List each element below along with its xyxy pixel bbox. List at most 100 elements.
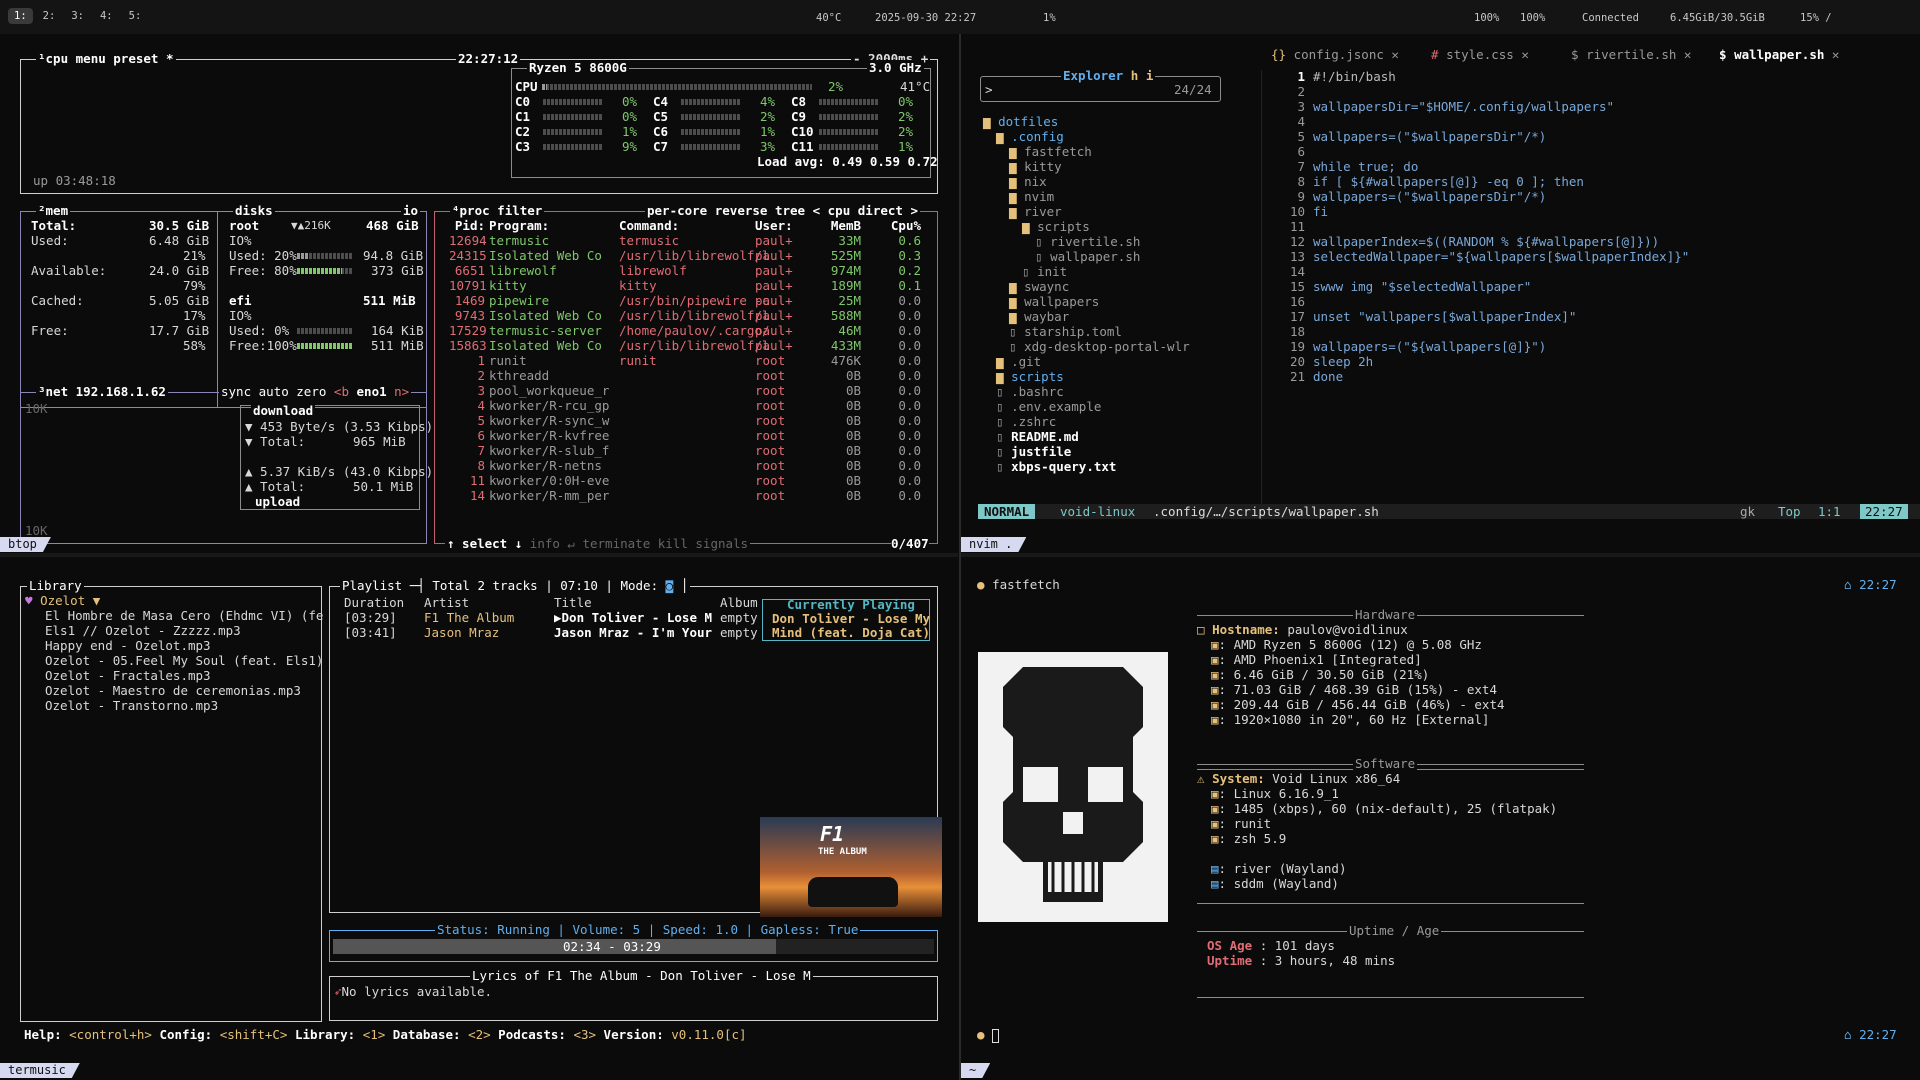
- net-prev[interactable]: <b: [334, 384, 349, 399]
- playlist-header[interactable]: Duration: [344, 595, 404, 610]
- library-item[interactable]: Ozelot - Maestro de ceremonias.mp3: [45, 683, 301, 698]
- tree-item[interactable]: ▆ kitty: [1009, 159, 1062, 174]
- mem-title[interactable]: ²mem: [36, 203, 71, 218]
- playlist-cell[interactable]: Jason Mraz: [424, 625, 499, 640]
- mode-icon[interactable]: ◙: [666, 578, 674, 593]
- proc-select[interactable]: ↑ select ↓: [447, 536, 522, 551]
- code-line[interactable]: if [ ${#wallpapers[@]} -eq 0 ]; then: [1313, 174, 1584, 189]
- library-item[interactable]: Els1 // Ozelot - Zzzzz.mp3: [45, 623, 241, 638]
- proc-program[interactable]: kworker/0:0H-eve: [489, 473, 609, 488]
- code-line[interactable]: wallpaperIndex=$((RANDOM % ${#wallpapers…: [1313, 234, 1659, 249]
- library-folder[interactable]: ♥ Ozelot ▼: [25, 593, 100, 608]
- proc-header[interactable]: Pid:: [449, 218, 485, 233]
- buffer-tab[interactable]: $ wallpaper.sh ✕: [1719, 47, 1839, 62]
- code-line[interactable]: wallpapersDir="$HOME/.config/wallpapers": [1313, 99, 1614, 114]
- proc-reverse[interactable]: reverse: [715, 203, 768, 218]
- explorer-search-box[interactable]: Explorer h i > 24/24: [980, 68, 1221, 102]
- tree-item[interactable]: ▆ wallpapers: [1009, 294, 1099, 309]
- library-box[interactable]: Library ♥ Ozelot ▼ El Hombre de Masa Cer…: [20, 578, 323, 1022]
- network-status[interactable]: Connected: [1582, 11, 1639, 26]
- proc-header[interactable]: Cpu%: [881, 218, 921, 233]
- proc-header[interactable]: MemB: [821, 218, 861, 233]
- close-icon[interactable]: ✕: [1514, 47, 1529, 62]
- workspace-tag-3[interactable]: 3:: [65, 8, 90, 24]
- cpu-title[interactable]: ¹cpu: [38, 51, 68, 66]
- proc-title[interactable]: ⁴proc: [452, 203, 490, 218]
- proc-program[interactable]: Isolated Web Co: [489, 248, 602, 263]
- library-item[interactable]: Happy end - Ozelot.mp3: [45, 638, 211, 653]
- tree-item[interactable]: ▆ dotfiles: [983, 114, 1058, 129]
- buffer-tab[interactable]: # style.css ✕: [1431, 47, 1529, 62]
- code-line[interactable]: sleep 2h: [1313, 354, 1373, 369]
- tree-item[interactable]: ▆ waybar: [1009, 309, 1069, 324]
- playlist-cell[interactable]: Jason Mraz - I'm Your: [554, 625, 712, 640]
- preset-button[interactable]: preset *: [113, 51, 173, 66]
- menu-button[interactable]: menu: [76, 51, 106, 66]
- tree-item[interactable]: ▯ .bashrc: [996, 384, 1064, 399]
- playlist-header[interactable]: Album: [720, 595, 758, 610]
- io-title[interactable]: io: [401, 203, 421, 218]
- playlist-cell[interactable]: ▶Don Toliver - Lose M: [554, 610, 712, 625]
- proc-filter[interactable]: filter: [497, 203, 542, 218]
- close-icon[interactable]: ✕: [1676, 47, 1692, 62]
- proc-info[interactable]: info ↵: [530, 536, 575, 551]
- close-icon[interactable]: ✕: [1384, 47, 1399, 62]
- explorer-ignored-toggle[interactable]: i: [1146, 68, 1154, 83]
- workspace-tag-5[interactable]: 5:: [123, 8, 148, 24]
- tree-item[interactable]: ▆ .git: [996, 354, 1041, 369]
- shell-prompt-2[interactable]: ●: [977, 1027, 1000, 1043]
- buffer-tab[interactable]: $ rivertile.sh ✕: [1571, 47, 1691, 62]
- code-line[interactable]: wallpapers=("${wallpapers[@]}"): [1313, 339, 1546, 354]
- tree-item[interactable]: ▯ init: [1022, 264, 1067, 279]
- workspace-tag-2[interactable]: 2:: [37, 8, 62, 24]
- code-line[interactable]: wallpapers=("$wallpapersDir"/*): [1313, 189, 1546, 204]
- proc-program[interactable]: kworker/R-mm_per: [489, 488, 609, 503]
- net-sync[interactable]: sync: [221, 384, 251, 399]
- proc-per-core[interactable]: per-core: [647, 203, 707, 218]
- buffer-tab[interactable]: {} config.jsonc ✕: [1271, 47, 1399, 62]
- btop-pane[interactable]: ¹cpu menu preset * 22:27:12 - 2000ms + u…: [0, 34, 958, 553]
- proc-program[interactable]: pipewire: [489, 293, 549, 308]
- tree-item[interactable]: ▯ .env.example: [996, 399, 1101, 414]
- net-title[interactable]: ³net: [38, 384, 68, 399]
- net-auto[interactable]: auto: [259, 384, 289, 399]
- proc-program[interactable]: termusic-server: [489, 323, 602, 338]
- proc-kill[interactable]: kill: [658, 536, 688, 551]
- workspace-tag-4[interactable]: 4:: [94, 8, 119, 24]
- playlist-header[interactable]: Artist: [424, 595, 469, 610]
- proc-program[interactable]: termusic: [489, 233, 549, 248]
- code-line[interactable]: unset "wallpapers[$wallpaperIndex]": [1313, 309, 1576, 324]
- library-item[interactable]: Ozelot - Transtorno.mp3: [45, 698, 218, 713]
- proc-program[interactable]: kworker/R-slub_f: [489, 443, 609, 458]
- proc-program[interactable]: Isolated Web Co: [489, 338, 602, 353]
- proc-program[interactable]: pool_workqueue_r: [489, 383, 609, 398]
- proc-program[interactable]: kworker/R-sync_w: [489, 413, 609, 428]
- code-line[interactable]: selectedWallpaper="${wallpapers[$wallpap…: [1313, 249, 1689, 264]
- net-zero[interactable]: zero: [296, 384, 326, 399]
- proc-signals[interactable]: signals: [695, 536, 748, 551]
- tree-item[interactable]: ▯ wallpaper.sh: [1035, 249, 1140, 264]
- workspace-tag-1[interactable]: 1:: [8, 8, 33, 24]
- proc-header[interactable]: Program:: [489, 218, 549, 233]
- playlist-cell[interactable]: F1 The Album: [424, 610, 514, 625]
- tree-item[interactable]: ▯ README.md: [996, 429, 1079, 444]
- tree-item[interactable]: ▆ .config: [996, 129, 1064, 144]
- code-line[interactable]: swww img "$selectedWallpaper": [1313, 279, 1531, 294]
- playlist-cell[interactable]: empty: [720, 625, 758, 640]
- library-item[interactable]: Ozelot - Fractales.mp3: [45, 668, 211, 683]
- proc-terminate[interactable]: terminate: [582, 536, 650, 551]
- tree-item[interactable]: ▆ fastfetch: [1009, 144, 1092, 159]
- disks-title[interactable]: disks: [233, 203, 275, 218]
- proc-tree[interactable]: tree: [775, 203, 805, 218]
- tree-item[interactable]: ▯ rivertile.sh: [1035, 234, 1140, 249]
- tree-item[interactable]: ▆ nvim: [1009, 189, 1054, 204]
- proc-header[interactable]: Command:: [619, 218, 679, 233]
- progress-track[interactable]: 02:34 - 03:29: [333, 939, 934, 954]
- tree-item[interactable]: ▯ .zshrc: [996, 414, 1056, 429]
- tree-item[interactable]: ▯ justfile: [996, 444, 1071, 459]
- fastfetch-pane[interactable]: ● fastfetch ⌂ 22:27 Hardware □ Hostname:…: [961, 557, 1920, 1080]
- code-line[interactable]: fi: [1313, 204, 1328, 219]
- library-item[interactable]: El Hombre de Masa Cero (Ehdmc VI) (fe: [45, 608, 323, 623]
- tree-item[interactable]: ▆ swaync: [1009, 279, 1069, 294]
- nvim-pane[interactable]: {} config.jsonc ✕ # style.css ✕ $ rivertil…: [961, 34, 1920, 553]
